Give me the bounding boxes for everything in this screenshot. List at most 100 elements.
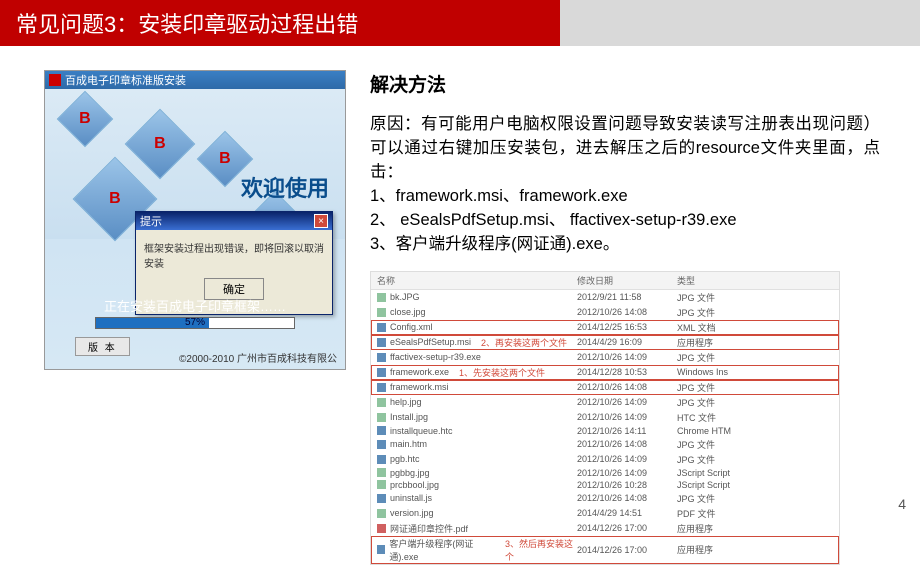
file-icon [377,398,386,407]
file-row: framework.exe 1、先安装这两个文件 2014/12/28 10:53W… [371,365,839,380]
file-type: JPG 文件 [677,306,833,319]
close-icon[interactable]: × [314,214,328,228]
file-date: 2012/10/26 14:09 [577,397,677,407]
file-date: 2014/4/29 16:09 [577,337,677,347]
file-row: 网证通印章控件.pdf2014/12/26 17:00应用程序 [371,521,839,536]
progress-percent: 57% [185,317,205,328]
file-icon [377,308,386,317]
left-column: 百成电子印章标准版安装 B B B B B 欢迎使用 提示 × 框架安装过程出现… [0,70,360,565]
col-type: 类型 [677,274,833,287]
slide-header: 常见问题3：安装印章驱动过程出错 [0,0,920,46]
file-icon [377,368,386,377]
progress-bar: 57% [95,317,295,329]
installer-titlebar: 百成电子印章标准版安装 [45,71,345,89]
file-row: pgb.htc2012/10/26 14:09JPG 文件 [371,452,839,467]
file-date: 2012/10/26 14:08 [577,493,677,503]
slide-title-bar: 常见问题3：安装印章驱动过程出错 [0,0,560,46]
file-type: Chrome HTM [677,426,833,436]
file-date: 2012/10/26 10:28 [577,480,677,490]
file-name: Config.xml [390,322,433,332]
dialog-title: 提示 [140,213,162,229]
solution-step-1: 1、framework.msi、framework.exe [370,185,880,209]
file-icon [377,383,386,392]
file-type: 应用程序 [677,522,833,535]
file-name: Install.jpg [390,412,428,422]
app-icon [49,74,61,86]
solution-heading: 解决方法 [370,70,880,97]
version-button[interactable]: 版 本 [75,337,130,356]
file-row: prcbbool.jpg2012/10/26 10:28JScript Scri… [371,479,839,491]
file-row: bk.JPG2012/9/21 11:58JPG 文件 [371,290,839,305]
installer-window-title: 百成电子印章标准版安装 [65,72,186,88]
file-date: 2014/12/28 10:53 [577,367,677,377]
file-icon [377,468,386,477]
file-row: 客户端升级程序(网证通).exe 3、然后再安装这个2014/12/26 17:0… [371,536,839,564]
file-date: 2014/12/26 17:00 [577,545,677,555]
page-number: 4 [898,496,906,512]
right-column: 解决方法 原因：有可能用户电脑权限设置问题导致安装读写注册表出现问题） 可以通过… [360,70,920,565]
file-date: 2014/12/25 16:53 [577,322,677,332]
file-icon [377,353,386,362]
file-icon [377,440,386,449]
annotation-text: 1、先安装这两个文件 [459,366,545,379]
file-icon [377,524,386,533]
annotation-text: 3、然后再安装这个 [505,537,577,563]
file-explorer-screenshot: 名称 修改日期 类型 bk.JPG2012/9/21 11:58JPG 文件cl… [370,271,840,565]
file-date: 2012/10/26 14:09 [577,352,677,362]
file-icon [377,338,386,347]
file-name: bk.JPG [390,292,420,302]
file-row: close.jpg2012/10/26 14:08JPG 文件 [371,305,839,320]
file-name: framework.exe [390,367,449,377]
copyright-text: ©2000-2010 广州市百成科技有限公 [179,350,337,365]
cube-decoration: B [125,109,196,180]
file-icon [377,494,386,503]
file-name: eSealsPdfSetup.msi [390,337,471,347]
explorer-rows: bk.JPG2012/9/21 11:58JPG 文件close.jpg2012… [371,290,839,564]
file-name: main.htm [390,439,427,449]
explorer-header: 名称 修改日期 类型 [371,272,839,290]
file-row: eSealsPdfSetup.msi2、再安装这两个文件2014/4/29 16… [371,335,839,350]
file-type: JPG 文件 [677,351,833,364]
file-icon [377,293,386,302]
file-name: installqueue.htc [390,426,453,436]
installing-status: 正在安装百成电子印章框架…… [45,296,345,315]
file-date: 2012/9/21 11:58 [577,292,677,302]
file-date: 2012/10/26 14:11 [577,426,677,436]
dialog-message: 框架安装过程出现错误，即将回滚以取消安装 [144,240,324,270]
welcome-text: 欢迎使用 [241,171,329,203]
file-row: uninstall.js2012/10/26 14:08JPG 文件 [371,491,839,506]
file-row: ffactivex-setup-r39.exe 2012/10/26 14:09J… [371,350,839,365]
slide-title: 常见问题3：安装印章驱动过程出错 [16,7,358,39]
solution-cause: 原因：有可能用户电脑权限设置问题导致安装读写注册表出现问题） 可以通过右键加压安… [370,113,880,185]
file-date: 2012/10/26 14:08 [577,382,677,392]
file-date: 2014/4/29 14:51 [577,508,677,518]
file-icon [377,509,386,518]
file-type: JScript Script [677,480,833,490]
file-type: 应用程序 [677,543,833,556]
file-row: version.jpg2014/4/29 14:51PDF 文件 [371,506,839,521]
file-type: Windows Ins [677,367,833,377]
file-type: JScript Script [677,468,833,478]
col-date: 修改日期 [577,274,677,287]
progress-row: 57% [45,317,345,329]
file-name: ffactivex-setup-r39.exe [390,352,481,362]
file-name: pgb.htc [390,454,420,464]
solution-body: 原因：有可能用户电脑权限设置问题导致安装读写注册表出现问题） 可以通过右键加压安… [370,113,880,257]
file-type: XML 文档 [677,321,833,334]
dialog-titlebar: 提示 × [136,212,332,230]
file-name: 客户端升级程序(网证通).exe [389,537,495,563]
file-icon [377,426,386,435]
file-row: installqueue.htc 2012/10/26 14:11Chrome H… [371,425,839,437]
file-type: JPG 文件 [677,438,833,451]
file-name: 网证通印章控件.pdf [390,522,468,535]
file-row: Install.jpg2012/10/26 14:09HTC 文件 [371,410,839,425]
file-row: pgbbg.jpg2012/10/26 14:09JScript Script [371,467,839,479]
file-icon [377,480,386,489]
file-row: main.htm2012/10/26 14:08JPG 文件 [371,437,839,452]
file-type: JPG 文件 [677,453,833,466]
installer-screenshot: 百成电子印章标准版安装 B B B B B 欢迎使用 提示 × 框架安装过程出现… [44,70,346,370]
file-type: HTC 文件 [677,411,833,424]
file-name: version.jpg [390,508,434,518]
file-row: Config.xml 2014/12/25 16:53XML 文档 [371,320,839,335]
file-icon [377,545,385,554]
